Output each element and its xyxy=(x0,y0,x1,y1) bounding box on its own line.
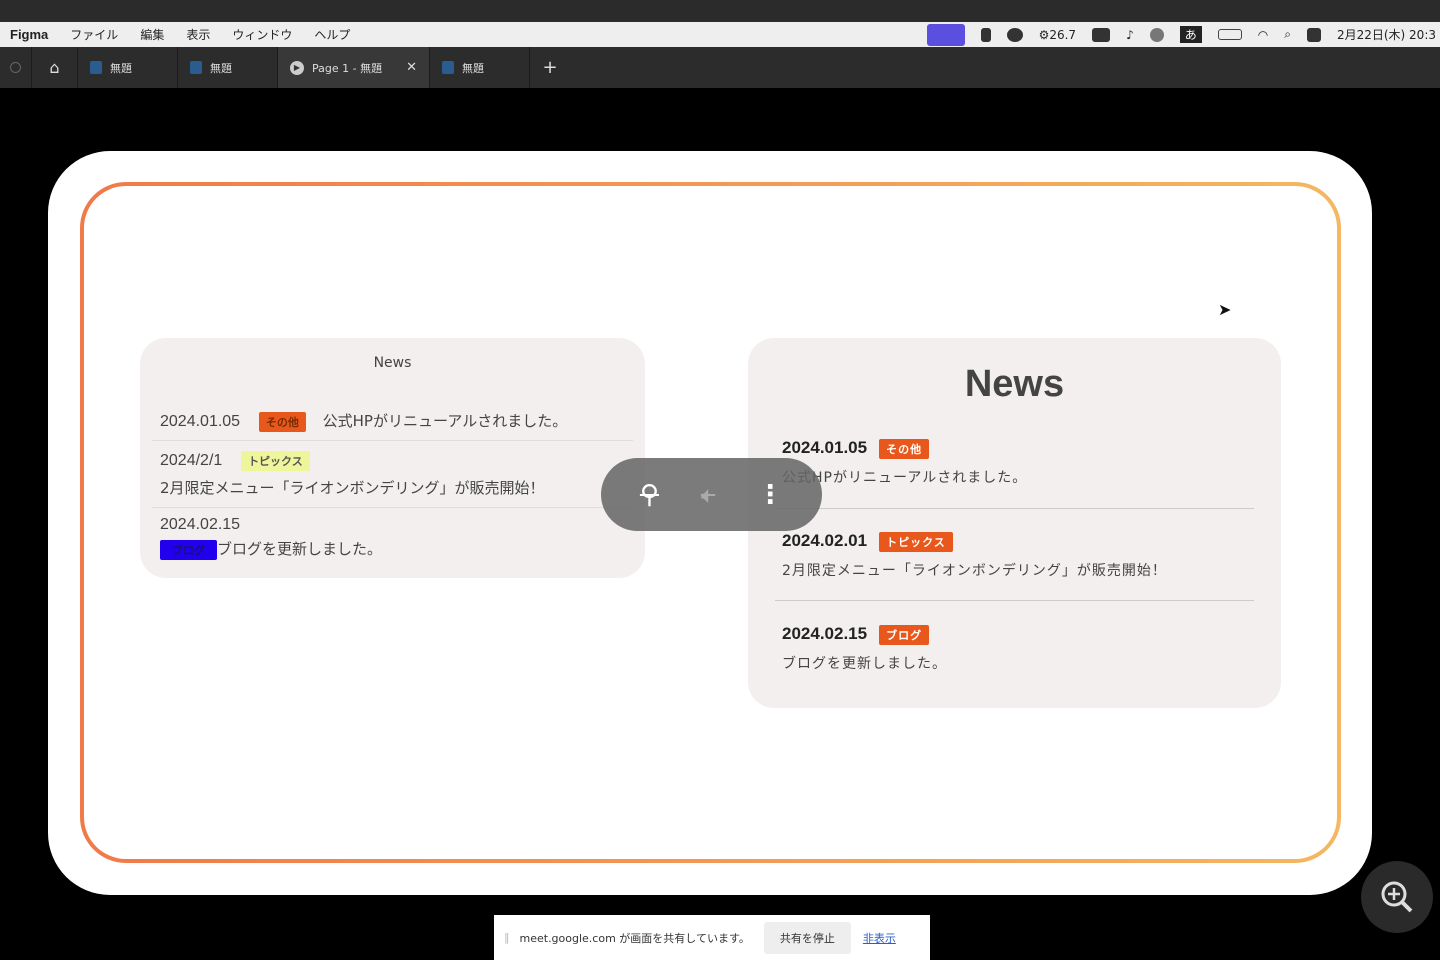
unpin-icon[interactable]: ⚲ xyxy=(640,480,659,510)
record-icon[interactable] xyxy=(1006,27,1023,42)
more-options-icon[interactable]: ⋮ xyxy=(757,480,783,510)
divider xyxy=(152,440,633,441)
control-center-icon[interactable] xyxy=(1306,27,1321,42)
menu-help[interactable]: ヘルプ xyxy=(314,26,350,43)
menu-window[interactable]: ウィンドウ xyxy=(232,26,292,43)
tab-label: 無題 xyxy=(110,61,132,75)
news-text: ブログを更新しました。 xyxy=(782,656,947,672)
cpu-indicator[interactable]: ⚙26.7 xyxy=(1039,28,1076,42)
airpods-icon[interactable]: ♪ xyxy=(1126,28,1134,42)
menu-app[interactable]: Figma xyxy=(10,27,48,42)
news-tag: トピックス xyxy=(879,532,953,552)
news-date: 2024.02.01 xyxy=(782,531,868,550)
cpu-text: 26.7 xyxy=(1049,27,1077,42)
meet-overlay-controls: ⚲ 🔈︎ ⋮ xyxy=(601,458,822,531)
news-title: News xyxy=(964,363,1065,405)
close-icon[interactable]: ✕ xyxy=(406,60,417,75)
screen-share-bar: ‖ meet.google.com が画面を共有しています。 共有を停止 非表示 xyxy=(494,915,930,960)
news-date: 2024.01.05 xyxy=(160,413,241,430)
menu-bar: Figma ファイル 編集 表示 ウィンドウ ヘルプ ⚙26.7 ♪ あ ◠ ⌕… xyxy=(0,22,1440,47)
fingerprint-icon[interactable] xyxy=(1149,27,1164,42)
news-card-left[interactable]: News 2024.01.05 その他 公式HPがリニューアルされました。 20… xyxy=(140,338,645,578)
menu-file[interactable]: ファイル xyxy=(70,26,118,43)
screen-share-icon[interactable] xyxy=(926,23,965,46)
home-icon[interactable]: ⌂ xyxy=(32,47,78,88)
file-icon xyxy=(90,61,102,74)
news-item: 2024.02.01 トピックス 2月限定メニュー「ライオンボンデリング」が販売開… xyxy=(782,531,1253,580)
tab-file-4[interactable]: 無題 xyxy=(430,47,530,88)
zoom-button[interactable] xyxy=(1361,861,1433,933)
menu-edit[interactable]: 編集 xyxy=(140,26,164,43)
search-icon[interactable]: ⌕ xyxy=(1284,27,1291,42)
circle-icon[interactable] xyxy=(0,47,32,88)
news-item: 2024.02.15 ブログ ブログを更新しました。 xyxy=(160,516,631,560)
tab-page-1[interactable]: ▶ Page 1 - 無題 ✕ xyxy=(278,47,430,88)
news-text: 2月限定メニュー「ライオンボンデリング」が販売開始！ xyxy=(782,563,1167,579)
divider xyxy=(775,600,1254,601)
stop-sharing-button[interactable]: 共有を停止 xyxy=(763,921,851,954)
cat-icon[interactable] xyxy=(1092,27,1111,42)
share-message: meet.google.com が画面を共有しています。 xyxy=(519,931,750,945)
news-text: 公式HPがリニューアルされました。 xyxy=(322,412,568,430)
news-date: 2024.02.15 xyxy=(782,624,868,643)
tab-label: 無題 xyxy=(462,61,484,75)
news-tag: トピックス xyxy=(241,451,310,471)
hide-link[interactable]: 非表示 xyxy=(863,930,896,946)
news-card-right[interactable]: News 2024.01.05 その他 公式HPがリニューアルされました。 202… xyxy=(748,338,1281,708)
drag-handle[interactable]: ‖ xyxy=(504,931,510,944)
file-icon xyxy=(190,61,202,74)
divider xyxy=(775,508,1254,509)
tab-bar: ⌂ 無題 無題 ▶ Page 1 - 無題 ✕ 無題 + xyxy=(0,47,1440,88)
news-text: 2月限定メニュー「ライオンボンデリング」が販売開始！ xyxy=(160,479,545,497)
top-strip xyxy=(0,0,1440,22)
news-date: 2024.02.15 xyxy=(160,516,241,533)
news-item: 2024.01.05 その他 公式HPがリニューアルされました。 xyxy=(160,410,631,432)
news-item: 2024/2/1 トピックス 2月限定メニュー「ライオンボンデリング」が販売開始… xyxy=(160,451,631,498)
status-area: ⚙26.7 ♪ あ ◠ ⌕ 2月22日(木) 20:3 xyxy=(926,22,1440,47)
tab-label: 無題 xyxy=(210,61,232,75)
news-date: 2024.01.05 xyxy=(782,438,868,457)
play-icon: ▶ xyxy=(290,60,304,75)
news-item: 2024.01.05 その他 公式HPがリニューアルされました。 xyxy=(782,438,1253,487)
news-tag: ブログ xyxy=(160,540,217,560)
file-icon xyxy=(442,61,454,74)
divider xyxy=(152,507,633,508)
mouse-cursor: ➤ xyxy=(1218,300,1232,319)
news-tag: その他 xyxy=(879,439,930,459)
clock[interactable]: 2月22日(木) 20:3 xyxy=(1337,26,1436,43)
battery-icon[interactable] xyxy=(1217,29,1242,40)
news-item: 2024.02.15 ブログ ブログを更新しました。 xyxy=(782,624,1253,673)
tab-file-2[interactable]: 無題 xyxy=(178,47,278,88)
zoom-in-icon xyxy=(1381,881,1413,913)
ime-indicator[interactable]: あ xyxy=(1179,26,1202,43)
tab-file-1[interactable]: 無題 xyxy=(78,47,178,88)
mute-icon[interactable]: 🔈︎ xyxy=(701,481,715,509)
news-text: 公式HPがリニューアルされました。 xyxy=(782,470,1028,486)
tab-label: Page 1 - 無題 xyxy=(312,61,383,75)
news-text: ブログを更新しました。 xyxy=(217,540,383,558)
news-title: News xyxy=(373,355,412,371)
new-tab-button[interactable]: + xyxy=(530,47,570,88)
news-tag: その他 xyxy=(258,412,306,432)
extension-icon[interactable] xyxy=(980,27,991,42)
news-tag: ブログ xyxy=(879,625,930,645)
news-date: 2024/2/1 xyxy=(160,452,223,469)
menu-view[interactable]: 表示 xyxy=(186,26,210,43)
wifi-icon[interactable]: ◠ xyxy=(1258,28,1268,42)
